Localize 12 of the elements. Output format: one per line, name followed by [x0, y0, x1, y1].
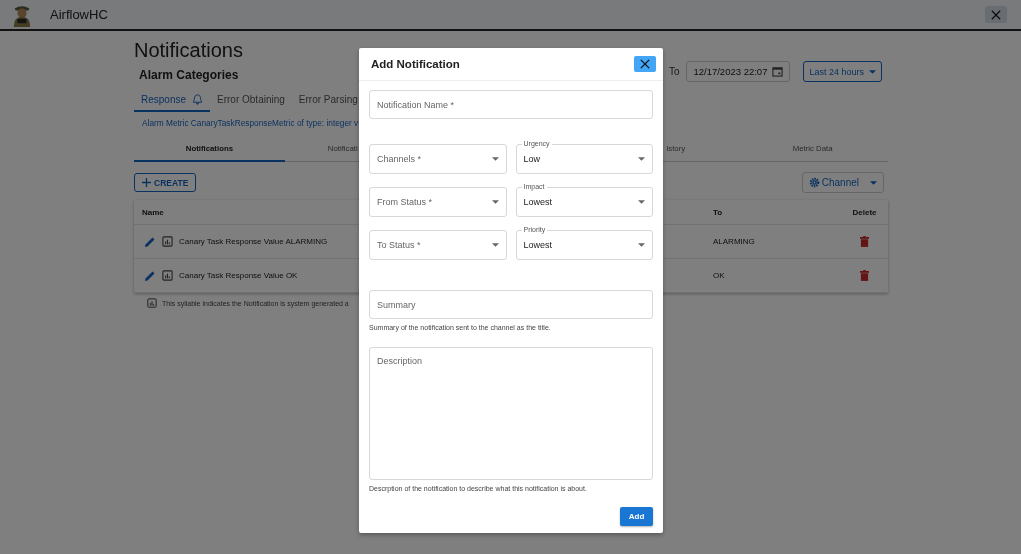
column-header: To — [713, 207, 724, 217]
app-title: AirflowHC — [50, 7, 108, 22]
column-header: Delete — [851, 207, 878, 217]
section-title: Alarm Categories — [139, 68, 240, 82]
table-cell: Canary Task Response Value OK — [179, 271, 298, 280]
table-cell-text: ALARMING — [713, 237, 756, 246]
table-cell: Canary Task Response Value ALARMING — [179, 237, 328, 246]
dialog-title: Add Notification — [371, 58, 460, 70]
column-header: Name — [141, 207, 165, 217]
table-cell-text: OK — [713, 271, 726, 280]
page-title: Notifications — [134, 39, 243, 62]
to-label: To — [668, 66, 680, 77]
